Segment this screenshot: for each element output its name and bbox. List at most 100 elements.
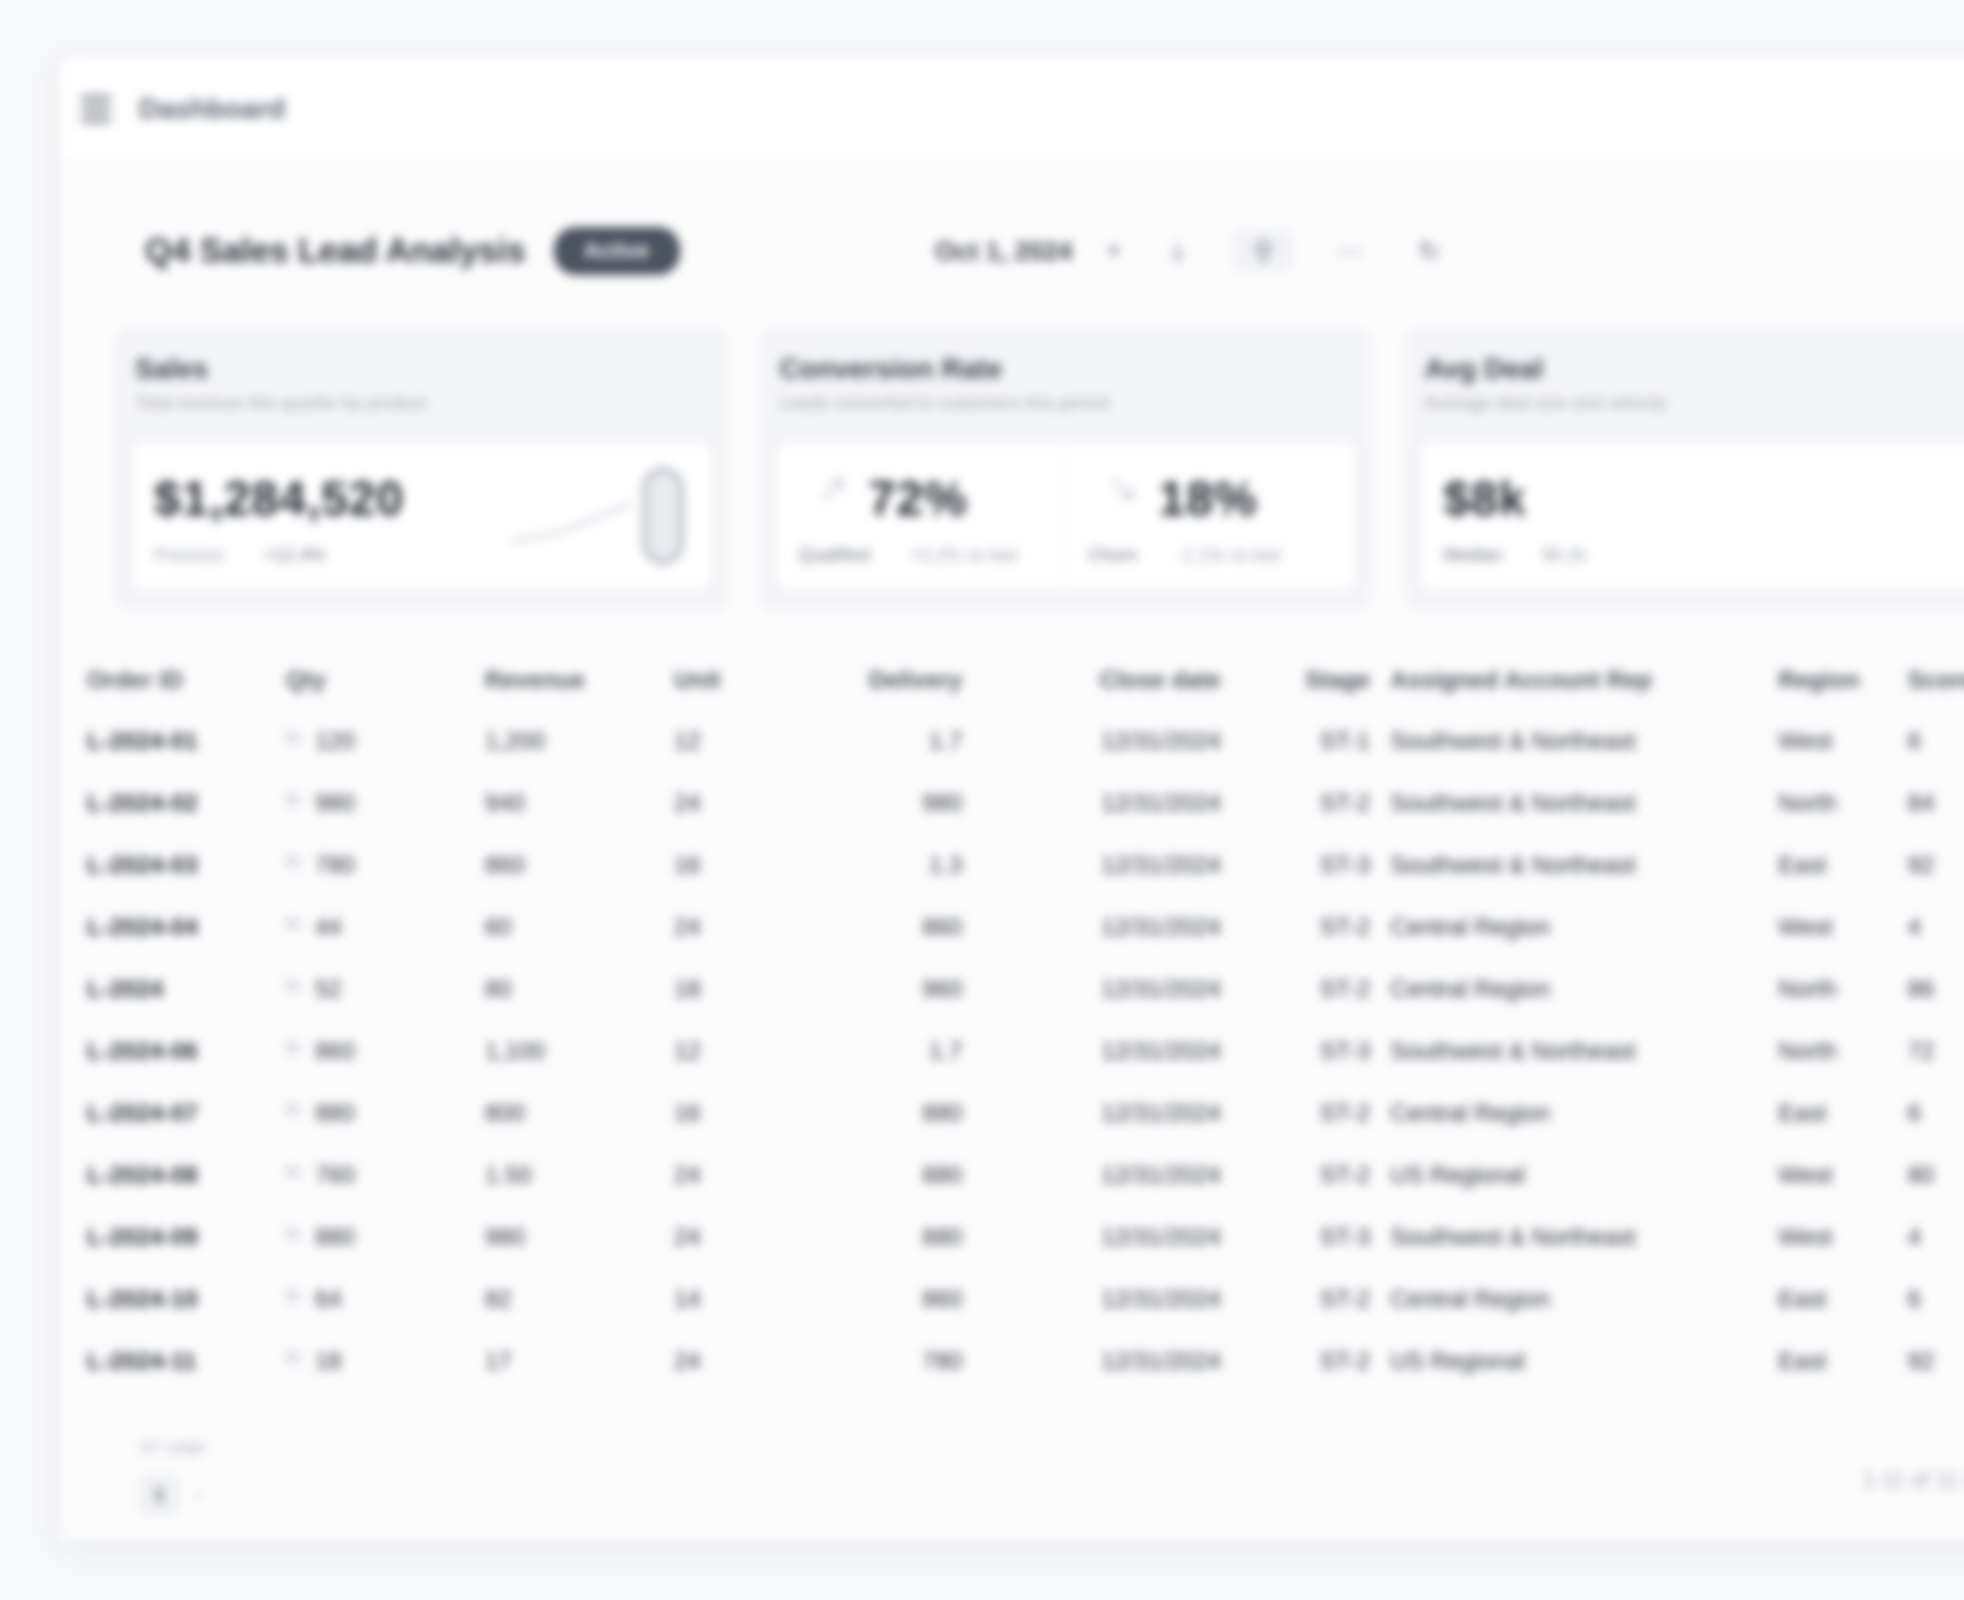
table-row[interactable]: L-2024-02 fn 980 940 24 980 12/31/2024 ST-2 Sout…: [77, 773, 1964, 835]
refresh-icon[interactable]: ↻: [1407, 231, 1451, 271]
menu-icon[interactable]: [81, 95, 111, 122]
table-row[interactable]: L-2024-06 fn 860 1,100 12 1.7 12/31/2024 ST-3 So…: [77, 1021, 1964, 1083]
cell-close-date: 12/31/2024: [1100, 1037, 1222, 1065]
column-header[interactable]: Close date: [1002, 667, 1231, 695]
cell-revenue: 1.50: [484, 1161, 532, 1189]
row-action-icon[interactable]: fn: [286, 1348, 301, 1376]
cell-unit: 24: [673, 1223, 701, 1251]
cell-qty-wrap: fn 64: [276, 1286, 475, 1314]
cell-unit: 24: [673, 1347, 701, 1375]
column-header[interactable]: Unit: [664, 667, 803, 695]
cell-stage: ST-1: [1319, 727, 1371, 755]
cell-account-rep: Central Region: [1390, 913, 1551, 941]
page-toolbar: Q4 Sales Lead Analysis Active Oct 1, 202…: [145, 223, 1964, 279]
column-header[interactable]: Revenue: [475, 667, 664, 695]
cell-close-date: 12/31/2024: [1100, 851, 1222, 879]
row-action-icon[interactable]: fn: [286, 976, 301, 1004]
page-button[interactable]: 1: [139, 1475, 179, 1515]
row-action-icon[interactable]: fn: [286, 728, 301, 756]
cell-region: West: [1778, 1223, 1833, 1251]
cell-unit: 14: [673, 1285, 701, 1313]
cell-unit: 12: [673, 1037, 701, 1065]
cell-unit: 24: [673, 789, 701, 817]
cell-order-id: L-2024-02: [87, 789, 198, 817]
filter-icon[interactable]: ⚲: [1235, 231, 1292, 271]
cell-stage: ST-2: [1319, 975, 1371, 1003]
toggle-switch[interactable]: [642, 468, 683, 564]
table-row[interactable]: L-2024-04 fn 44 60 24 860 12/31/2024 ST-2 Centra…: [77, 897, 1964, 959]
kpi-meta-value: $6.2k: [1542, 545, 1587, 565]
column-header[interactable]: Order ID: [77, 667, 276, 695]
table-body: L-2024-01 fn 120 1,200 12 1.7 12/31/2024 ST-1 So…: [77, 711, 1964, 1393]
main-content: Q4 Sales Lead Analysis Active Oct 1, 202…: [59, 161, 1964, 1541]
cell-score: 6: [1907, 1099, 1921, 1127]
column-header[interactable]: Score: [1898, 667, 1964, 695]
app-window: Dashboard Q4 Sales Lead Analysis Active …: [58, 56, 1964, 1542]
cell-qty-wrap: fn 980: [276, 790, 475, 818]
kpi-title: Sales: [135, 353, 209, 384]
cell-qty: 44: [314, 913, 342, 941]
cell-score: 92: [1907, 851, 1935, 879]
cell-region: West: [1778, 913, 1833, 941]
next-page-icon[interactable]: ›: [195, 1484, 202, 1507]
cell-revenue: 860: [484, 851, 525, 879]
cell-region: East: [1778, 1099, 1827, 1127]
kpi-meta-value: +12.4%: [264, 545, 326, 565]
kpi-title: Avg Deal: [1424, 353, 1544, 384]
app-title: Dashboard: [139, 92, 286, 124]
kpi-row: Sales Total revenue this quarter by prod…: [115, 329, 1964, 611]
cell-close-date: 12/31/2024: [1100, 789, 1222, 817]
table-row[interactable]: L-2024 fn 52 80 18 960 12/31/2024 ST-2 Central R…: [77, 959, 1964, 1021]
column-header[interactable]: Delivery: [803, 667, 1002, 695]
cell-delivery: 880: [922, 1099, 963, 1127]
column-header[interactable]: Stage: [1231, 667, 1380, 695]
cell-close-date: 12/31/2024: [1100, 1161, 1222, 1189]
row-action-icon[interactable]: fn: [286, 1162, 301, 1190]
cell-qty: 780: [314, 851, 355, 879]
cell-qty: 760: [314, 1161, 355, 1189]
column-header[interactable]: Assigned Account Rep: [1380, 667, 1738, 695]
kpi-subtitle: Total revenue this quarter by product: [135, 393, 428, 413]
row-action-icon[interactable]: fn: [286, 1038, 301, 1066]
cell-unit: 16: [673, 1099, 701, 1127]
cell-qty: 52: [314, 975, 342, 1003]
cell-score: 72: [1907, 1037, 1935, 1065]
table-row[interactable]: L-2024-09 fn 880 980 24 880 12/31/2024 ST-3 Sout…: [77, 1207, 1964, 1269]
cell-revenue: 940: [484, 789, 525, 817]
table-row[interactable]: L-2024-08 fn 760 1.50 24 880 12/31/2024 ST-2 US …: [77, 1145, 1964, 1207]
table-row[interactable]: L-2024-01 fn 120 1,200 12 1.7 12/31/2024 ST-1 So…: [77, 711, 1964, 773]
cell-stage: ST-3: [1319, 851, 1371, 879]
table-row[interactable]: L-2024-10 fn 64 82 14 860 12/31/2024 ST-2 Centra…: [77, 1269, 1964, 1331]
cell-close-date: 12/31/2024: [1100, 1347, 1222, 1375]
kpi-meta-value: +3.2% vs last: [909, 545, 1018, 565]
cell-region: North: [1778, 975, 1837, 1003]
page-size-select[interactable]: 10 / page: [139, 1439, 206, 1457]
row-action-icon[interactable]: fn: [286, 790, 301, 818]
cell-account-rep: Southwest & Northeast: [1390, 1037, 1636, 1065]
cell-qty: 64: [314, 1285, 342, 1313]
cell-delivery: 1.7: [928, 1037, 963, 1065]
cell-close-date: 12/31/2024: [1100, 1099, 1222, 1127]
cell-stage: ST-2: [1319, 789, 1371, 817]
row-action-icon[interactable]: fn: [286, 1224, 301, 1252]
kpi-meta-label: Qualified: [798, 545, 870, 565]
row-action-icon[interactable]: fn: [286, 852, 301, 880]
download-icon[interactable]: ⤓: [1155, 231, 1199, 271]
row-action-icon[interactable]: fn: [286, 1100, 301, 1128]
cell-stage: ST-2: [1319, 1347, 1371, 1375]
column-header[interactable]: Qty: [276, 667, 475, 695]
row-action-icon[interactable]: fn: [286, 914, 301, 942]
table-row[interactable]: L-2024-07 fn 880 800 16 880 12/31/2024 ST-2 Cent…: [77, 1083, 1964, 1145]
cell-delivery: 860: [922, 1285, 963, 1313]
table-row[interactable]: L-2024-11 fn 18 17 24 780 12/31/2024 ST-2 US Reg…: [77, 1331, 1964, 1393]
date-range-select[interactable]: Oct 1, 2024: [935, 236, 1072, 267]
table-row[interactable]: L-2024-03 fn 780 860 16 1.3 12/31/2024 ST-3 Sout…: [77, 835, 1964, 897]
more-icon[interactable]: ⋯: [1327, 231, 1371, 271]
column-header[interactable]: Region: [1738, 667, 1897, 695]
cell-stage: ST-3: [1319, 1037, 1371, 1065]
cell-region: East: [1778, 1347, 1827, 1375]
row-action-icon[interactable]: fn: [286, 1286, 301, 1314]
kpi-card-sales: Sales Total revenue this quarter by prod…: [115, 329, 728, 611]
chevron-down-icon[interactable]: ▾: [1108, 238, 1119, 264]
cell-delivery: 960: [922, 975, 963, 1003]
